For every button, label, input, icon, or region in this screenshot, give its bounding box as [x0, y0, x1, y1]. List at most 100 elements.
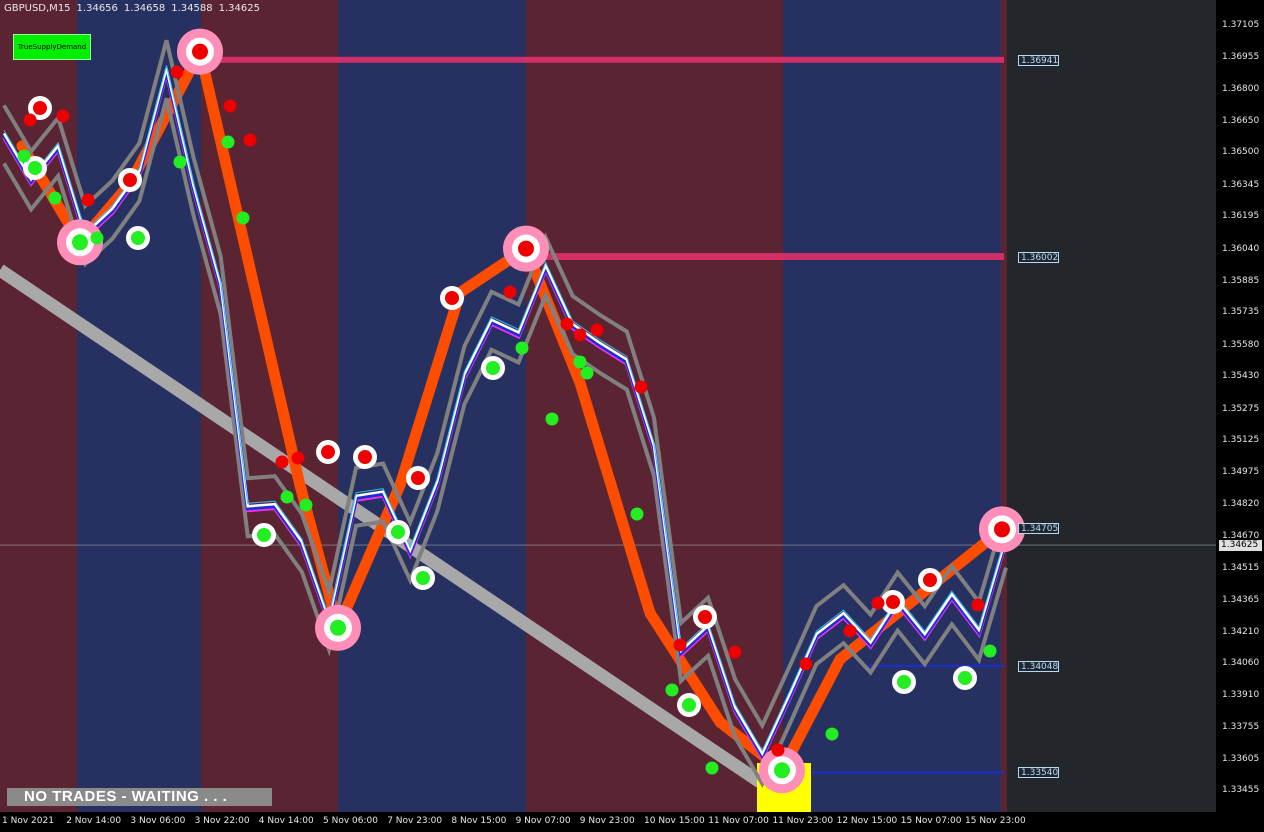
session-zone-6 — [1001, 0, 1007, 812]
ohlc-open: 1.34656 — [76, 3, 118, 14]
pivot-dot-4 — [774, 762, 790, 779]
price-tick-label: 1.33455 — [1222, 785, 1260, 796]
swing-dot-3 — [48, 191, 62, 205]
swing-dot-15 — [299, 498, 313, 512]
swing-dot-8 — [223, 99, 237, 113]
price-tick-label: 1.36955 — [1222, 51, 1260, 62]
price-tick-label: 1.33755 — [1222, 722, 1260, 733]
level-price-label[interactable]: 1.34048 — [1018, 660, 1059, 672]
swing-dot-23 — [573, 355, 587, 369]
time-tick-label: 9 Nov 23:00 — [579, 816, 635, 826]
swing-dot-2 — [17, 149, 31, 163]
swing-dot-7 — [173, 155, 187, 169]
time-tick-label: 15 Nov 07:00 — [900, 816, 962, 826]
level-price-label[interactable]: 1.33540 — [1018, 767, 1059, 779]
swing-ring-dot-11 — [486, 361, 500, 375]
price-tick-label: 1.36040 — [1222, 243, 1260, 254]
ohlc-high: 1.34658 — [123, 3, 166, 14]
swing-dot-18 — [545, 412, 559, 426]
swing-ring-dot-5 — [321, 445, 335, 459]
time-tick-label: 9 Nov 07:00 — [515, 816, 571, 826]
swing-ring-dot-15 — [897, 675, 911, 689]
time-tick-label: 1 Nov 2021 — [2, 816, 54, 826]
swing-dot-6 — [170, 65, 184, 79]
price-tick-label: 1.36195 — [1222, 211, 1260, 222]
swing-ring-dot-7 — [391, 525, 405, 539]
swing-dot-34 — [871, 596, 885, 610]
pivot-dot-1 — [192, 43, 208, 60]
time-tick-label: 11 Nov 07:00 — [708, 816, 769, 826]
swing-dot-28 — [728, 645, 742, 659]
swing-ring-dot-9 — [411, 471, 425, 485]
swing-dot-14 — [280, 490, 294, 504]
time-tick-label: 2 Nov 14:00 — [66, 816, 122, 826]
price-tick-label: 1.33910 — [1222, 689, 1260, 700]
swing-ring-dot-16 — [923, 573, 937, 587]
price-tick-label: 1.36650 — [1222, 115, 1260, 126]
swing-dot-16 — [503, 285, 517, 299]
swing-ring-dot-2 — [123, 173, 137, 187]
price-tick-label: 1.35885 — [1222, 276, 1260, 287]
swing-dot-25 — [630, 507, 644, 521]
session-zone-4 — [526, 0, 783, 812]
swing-dot-4 — [81, 193, 95, 207]
swing-dot-0 — [23, 113, 37, 127]
swing-dot-9 — [221, 135, 235, 149]
price-tick-label: 1.36345 — [1222, 179, 1260, 190]
session-zone-3 — [338, 0, 526, 812]
level-price-label[interactable]: 1.36941 — [1018, 54, 1059, 66]
price-chart[interactable] — [0, 0, 1264, 832]
time-tick-label: 3 Nov 06:00 — [130, 816, 186, 826]
price-tick-label: 1.35580 — [1222, 339, 1260, 350]
price-tick-label: 1.35125 — [1222, 435, 1260, 446]
ohlc-low: 1.34588 — [171, 3, 213, 14]
swing-dot-5 — [90, 231, 104, 245]
price-tick-label: 1.33605 — [1222, 753, 1260, 764]
true-supply-demand-button[interactable]: TrueSupplyDemand — [13, 34, 91, 60]
symbol-header: GBPUSD,M15 1.34656 1.34658 1.34588 1.34625 — [4, 3, 266, 15]
time-tick-label: 5 Nov 06:00 — [323, 816, 378, 826]
price-tick-label: 1.35430 — [1222, 371, 1260, 382]
level-price-label[interactable]: 1.34705 — [1018, 523, 1059, 535]
swing-dot-11 — [236, 211, 250, 225]
pivot-dot-5 — [994, 521, 1010, 538]
price-tick-label: 1.34210 — [1222, 627, 1260, 637]
swing-dot-24 — [634, 380, 648, 394]
price-tick-label: 1.37105 — [1222, 20, 1260, 31]
swing-dot-17 — [515, 341, 529, 355]
swing-ring-dot-1 — [28, 161, 42, 175]
level-price-label[interactable]: 1.36002 — [1018, 251, 1059, 263]
future-area — [1007, 0, 1216, 812]
swing-ring-dot-3 — [131, 231, 145, 245]
price-tick-label: 1.34060 — [1222, 658, 1260, 669]
price-tick-label: 1.34365 — [1222, 594, 1260, 605]
symbol-name: GBPUSD,M15 — [4, 3, 71, 14]
pivot-dot-2 — [330, 619, 346, 636]
session-zone-1 — [77, 0, 201, 812]
swing-ring-dot-13 — [682, 698, 696, 712]
swing-dot-13 — [291, 451, 305, 465]
swing-ring-dot-12 — [698, 610, 712, 624]
price-tick-label: 1.36800 — [1222, 84, 1260, 95]
swing-dot-21 — [590, 323, 604, 337]
supply-level-line-1 — [201, 56, 1004, 63]
pivot-dot-3 — [518, 240, 534, 257]
time-tick-label: 7 Nov 23:00 — [387, 816, 443, 826]
swing-dot-10 — [243, 133, 257, 147]
swing-dot-20 — [573, 328, 587, 342]
swing-dot-31 — [799, 657, 813, 671]
trading-terminal-window: GBPUSD,M15 1.34656 1.34658 1.34588 1.34625 T… — [0, 0, 1264, 832]
price-tick-label: 1.35275 — [1222, 403, 1260, 414]
supply-level-line-2 — [526, 253, 1004, 261]
swing-dot-30 — [771, 743, 785, 757]
swing-dot-32 — [825, 727, 839, 741]
swing-dot-22 — [580, 366, 594, 380]
time-tick-label: 12 Nov 15:00 — [836, 816, 898, 826]
swing-ring-dot-10 — [445, 291, 459, 305]
ohlc-close: 1.34625 — [218, 3, 260, 14]
current-price-label: 1.34625 — [1219, 540, 1262, 552]
swing-ring-dot-6 — [358, 450, 372, 464]
swing-dot-19 — [560, 317, 574, 331]
swing-ring-dot-17 — [958, 671, 972, 685]
swing-ring-dot-14 — [886, 595, 900, 609]
